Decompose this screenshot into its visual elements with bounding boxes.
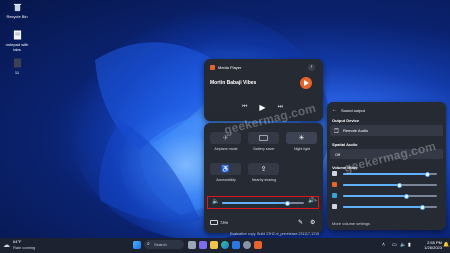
network-icon[interactable]: ▭ bbox=[392, 242, 397, 248]
notification-bell-icon[interactable]: 🔔 bbox=[443, 242, 449, 248]
taskbar-search-box[interactable]: ⌕ Search bbox=[144, 240, 184, 249]
play-icon[interactable]: ▶ bbox=[259, 103, 265, 112]
text-file-icon bbox=[13, 30, 21, 40]
more-volume-settings-link[interactable]: More volume settings bbox=[332, 221, 370, 226]
system-sounds-icon bbox=[332, 204, 337, 209]
media-track-title: Mortin Babaji Vibes bbox=[210, 80, 257, 86]
battery-icon bbox=[259, 135, 268, 141]
battery-tray-icon[interactable]: ▮ bbox=[408, 242, 411, 248]
battery-saver-toggle[interactable] bbox=[248, 132, 279, 144]
chevron-right-icon[interactable]: › bbox=[308, 64, 315, 71]
sound-output-arrow-icon[interactable]: 🔊› bbox=[308, 198, 317, 204]
volume-tray-icon[interactable]: 🔈 bbox=[400, 242, 406, 248]
mixer-slider-knob[interactable] bbox=[425, 171, 431, 177]
mixer-slider-knob[interactable] bbox=[404, 193, 410, 199]
media-player-icon bbox=[210, 65, 215, 70]
speaker-device-icon: 🗔 bbox=[334, 128, 339, 133]
desktop-icon-11[interactable]: 11 bbox=[2, 58, 32, 75]
desktop-icon-label: 11 bbox=[14, 70, 20, 75]
tile-label: Nearby sharing bbox=[251, 178, 277, 182]
device-option[interactable]: 🗔 Remote Audio bbox=[330, 125, 443, 136]
play-circle-icon bbox=[304, 80, 309, 86]
nearby-sharing-toggle[interactable]: ⇪ bbox=[248, 163, 279, 175]
sound-output-title: Sound output bbox=[341, 107, 365, 113]
tile-label: Accessibility bbox=[216, 178, 236, 182]
chevron-up-icon[interactable]: ˄ bbox=[382, 242, 385, 248]
file-explorer-icon[interactable] bbox=[210, 241, 218, 249]
monitor-icon bbox=[332, 171, 337, 176]
spatial-audio-value: Off bbox=[335, 152, 341, 157]
edit-pencil-icon[interactable]: ✎ bbox=[298, 219, 303, 226]
text-file-icon bbox=[13, 58, 21, 68]
battery-status-icon bbox=[210, 220, 218, 225]
spatial-audio-heading: Spatial Audio bbox=[332, 142, 358, 147]
desktop-icon-recycle-bin[interactable]: Recycle Bin bbox=[2, 3, 32, 19]
previous-track-icon[interactable]: ⏮ bbox=[242, 104, 247, 111]
output-device-heading: Output Device bbox=[332, 118, 360, 123]
back-arrow-icon[interactable]: ← bbox=[332, 107, 337, 113]
sun-icon: ☀ bbox=[298, 135, 305, 142]
mixer-slider-fill bbox=[343, 195, 407, 197]
desktop-icon-label: notepad with tabs bbox=[5, 42, 29, 52]
volume-slider-fill bbox=[222, 202, 288, 204]
evaluation-notice: Evaluation copy. Build 23H2.ni_prereleas… bbox=[230, 232, 320, 236]
recycle-bin-icon bbox=[13, 3, 21, 12]
mixer-slider-knob[interactable] bbox=[396, 182, 402, 188]
search-icon: ⌕ bbox=[147, 241, 150, 247]
clock-date: 1/26/2023 bbox=[424, 245, 442, 250]
weather-temp: 64°F bbox=[13, 239, 22, 244]
share-icon: ⇪ bbox=[260, 166, 267, 173]
desktop-icon-label: Recycle Bin bbox=[6, 14, 28, 19]
tile-label: Airplane mode bbox=[214, 147, 238, 151]
accessibility-icon: ♿ bbox=[221, 166, 230, 173]
task-view-icon[interactable] bbox=[188, 241, 196, 249]
media-app-name: Media Player bbox=[218, 65, 242, 70]
mixer-slider-fill bbox=[343, 173, 428, 175]
quick-settings-panel: ✈ Airplane mode Battery saver ☀ Night li… bbox=[204, 123, 323, 233]
settings-gear-icon[interactable]: ⚙ bbox=[310, 219, 315, 226]
settings-app-icon[interactable] bbox=[243, 241, 251, 249]
speaker-icon[interactable]: 🔈 bbox=[212, 198, 219, 205]
media-player-taskbar-icon[interactable] bbox=[254, 241, 262, 249]
desktop-icon-notepad[interactable]: notepad with tabs bbox=[2, 30, 32, 52]
mixer-slider-fill bbox=[343, 206, 423, 208]
store-icon[interactable] bbox=[232, 241, 240, 249]
chat-icon[interactable] bbox=[199, 241, 207, 249]
device-name: Remote Audio bbox=[343, 128, 369, 133]
cloud-rain-icon: ☁ bbox=[3, 242, 10, 249]
media-app-icon bbox=[332, 182, 337, 187]
night-light-toggle[interactable]: ☀ bbox=[286, 132, 317, 144]
edge-app-icon bbox=[332, 193, 337, 198]
battery-percentage: 73% bbox=[220, 220, 229, 225]
clock[interactable]: 2:55 PM 1/26/2023 bbox=[418, 240, 442, 250]
search-placeholder: Search bbox=[154, 242, 167, 247]
media-artwork bbox=[300, 77, 312, 89]
accessibility-toggle[interactable]: ♿ bbox=[210, 163, 241, 175]
start-windows-icon[interactable] bbox=[133, 241, 141, 249]
mixer-slider-knob[interactable] bbox=[420, 204, 426, 210]
volume-slider-knob[interactable] bbox=[285, 200, 291, 206]
edge-browser-icon[interactable] bbox=[221, 241, 229, 249]
mixer-slider-fill bbox=[343, 184, 400, 186]
tile-label: Night light bbox=[294, 147, 310, 151]
tile-label: Battery saver bbox=[253, 147, 275, 151]
weather-desc: Rain coming bbox=[13, 245, 36, 250]
